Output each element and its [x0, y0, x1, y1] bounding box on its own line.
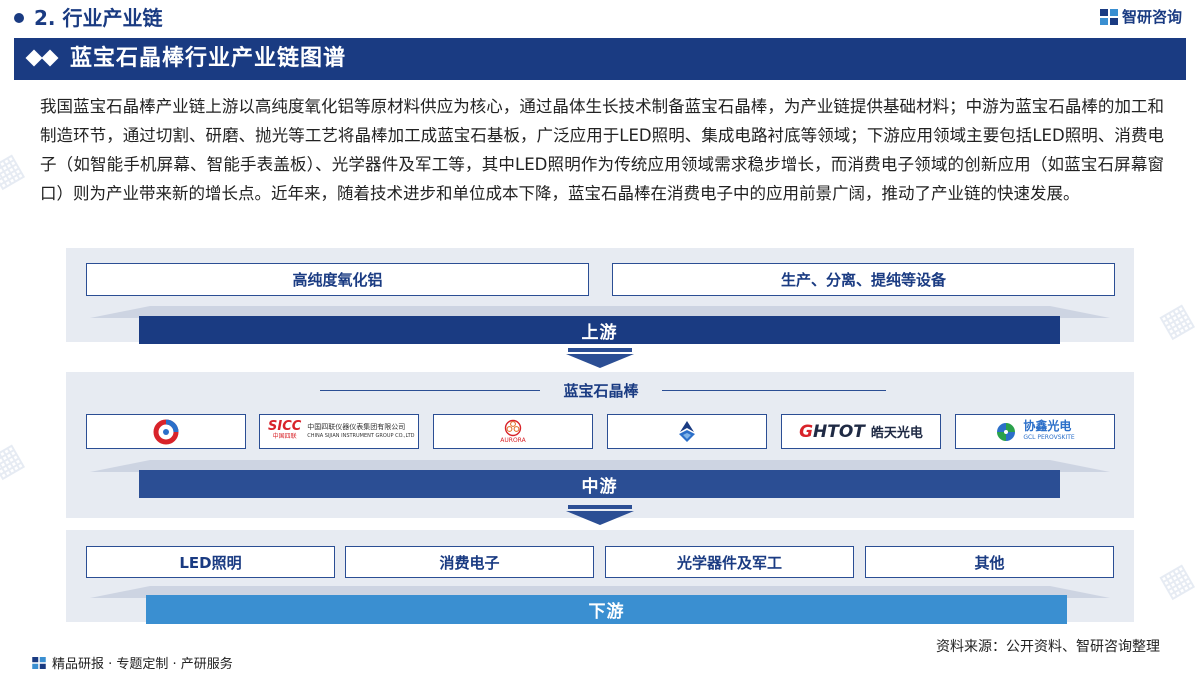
midstream-label-bar: 中游	[139, 470, 1060, 498]
brand-logo-icon	[32, 656, 46, 669]
intro-paragraph: 我国蓝宝石晶棒产业链上游以高纯度氧化铝等原材料供应为核心，通过晶体生长技术制备蓝…	[40, 97, 1164, 203]
htot-name: 皓天光电	[870, 426, 923, 441]
watermark-mark: ▦	[0, 144, 32, 196]
gcl-name-en: GCL PEROVSKITE	[1023, 433, 1075, 441]
section-title: 2. 行业产业链	[34, 6, 163, 30]
section-dot-icon	[14, 13, 24, 23]
header-bar: 蓝宝石晶棒行业产业链图谱	[14, 38, 1186, 80]
gcl-name: 协鑫光电 GCL PEROVSKITE	[1023, 420, 1074, 444]
sicc-name-cn: 中国四联仪器仪表集团有限公司	[307, 422, 406, 431]
company-logo-6: 协鑫光电 GCL PEROVSKITE	[955, 414, 1115, 449]
company-logo-1	[86, 414, 246, 449]
sicc-mark: SICC 中国四联	[268, 418, 302, 442]
midstream-title-rule	[320, 390, 540, 391]
downstream-item: LED照明	[86, 546, 335, 578]
company-logo-4	[607, 414, 767, 449]
upstream-label-bar: 上游	[139, 316, 1060, 344]
gcl-name-cn: 协鑫光电	[1023, 418, 1072, 433]
aurora-flower-logo-icon	[504, 419, 522, 437]
company-logo-3: AURORA	[433, 414, 593, 449]
flow-arrow-stem	[568, 348, 632, 352]
midstream-title: 蓝宝石晶棒	[563, 382, 639, 400]
diamond-icon	[25, 49, 43, 67]
company-logo-2: SICC 中国四联 中国四联仪器仪表集团有限公司 CHINA SIJIAN IN…	[259, 414, 419, 449]
flow-arrow-stem	[568, 505, 632, 509]
downstream-item: 消费电子	[345, 546, 594, 578]
sicc-mark-text: SICC	[268, 418, 302, 434]
aurora-text: AURORA	[500, 437, 526, 444]
sicc-mark-sub: 中国四联	[272, 432, 297, 440]
midstream-title-rule	[662, 390, 886, 391]
watermark-mark: ▦	[0, 434, 32, 486]
downstream-item: 其他	[865, 546, 1114, 578]
watermark-mark: ▦	[1152, 294, 1200, 346]
blue-drop-logo-icon	[679, 420, 695, 442]
flow-arrow-down-icon	[566, 354, 634, 368]
htot-mark-text: HTOT	[813, 421, 865, 442]
downstream-item: 光学器件及军工	[605, 546, 854, 578]
sicc-name-en: CHINA SIJIAN INSTRUMENT GROUP CO.,LTD	[307, 432, 415, 439]
htot-mark: GHTOT	[799, 421, 865, 442]
brand-logo-icon	[1099, 8, 1118, 25]
brand: 智研咨询	[1099, 6, 1182, 27]
watermark-mark: ▦	[1152, 554, 1200, 606]
company-logo-5: GHTOT 皓天光电	[781, 414, 941, 449]
downstream-label-bar: 下游	[146, 595, 1067, 624]
flow-arrow-down-icon	[566, 511, 634, 525]
upstream-item: 生产、分离、提纯等设备	[612, 263, 1115, 296]
gcl-leaf-logo-icon	[997, 422, 1016, 441]
brand-name: 智研咨询	[1121, 8, 1182, 26]
diamond-icon	[41, 49, 59, 67]
sicc-name: 中国四联仪器仪表集团有限公司 CHINA SIJIAN INSTRUMENT G…	[307, 423, 414, 441]
source-note: 资料来源：公开资料、智研咨询整理	[936, 639, 1160, 655]
footer-text: 精品研报 · 专题定制 · 产研服务	[52, 657, 233, 672]
upstream-item: 高纯度氧化铝	[86, 263, 589, 296]
page-title: 蓝宝石晶棒行业产业链图谱	[70, 46, 347, 71]
red-blue-ring-logo-icon	[153, 419, 179, 444]
footer: 精品研报 · 专题定制 · 产研服务	[32, 653, 233, 672]
